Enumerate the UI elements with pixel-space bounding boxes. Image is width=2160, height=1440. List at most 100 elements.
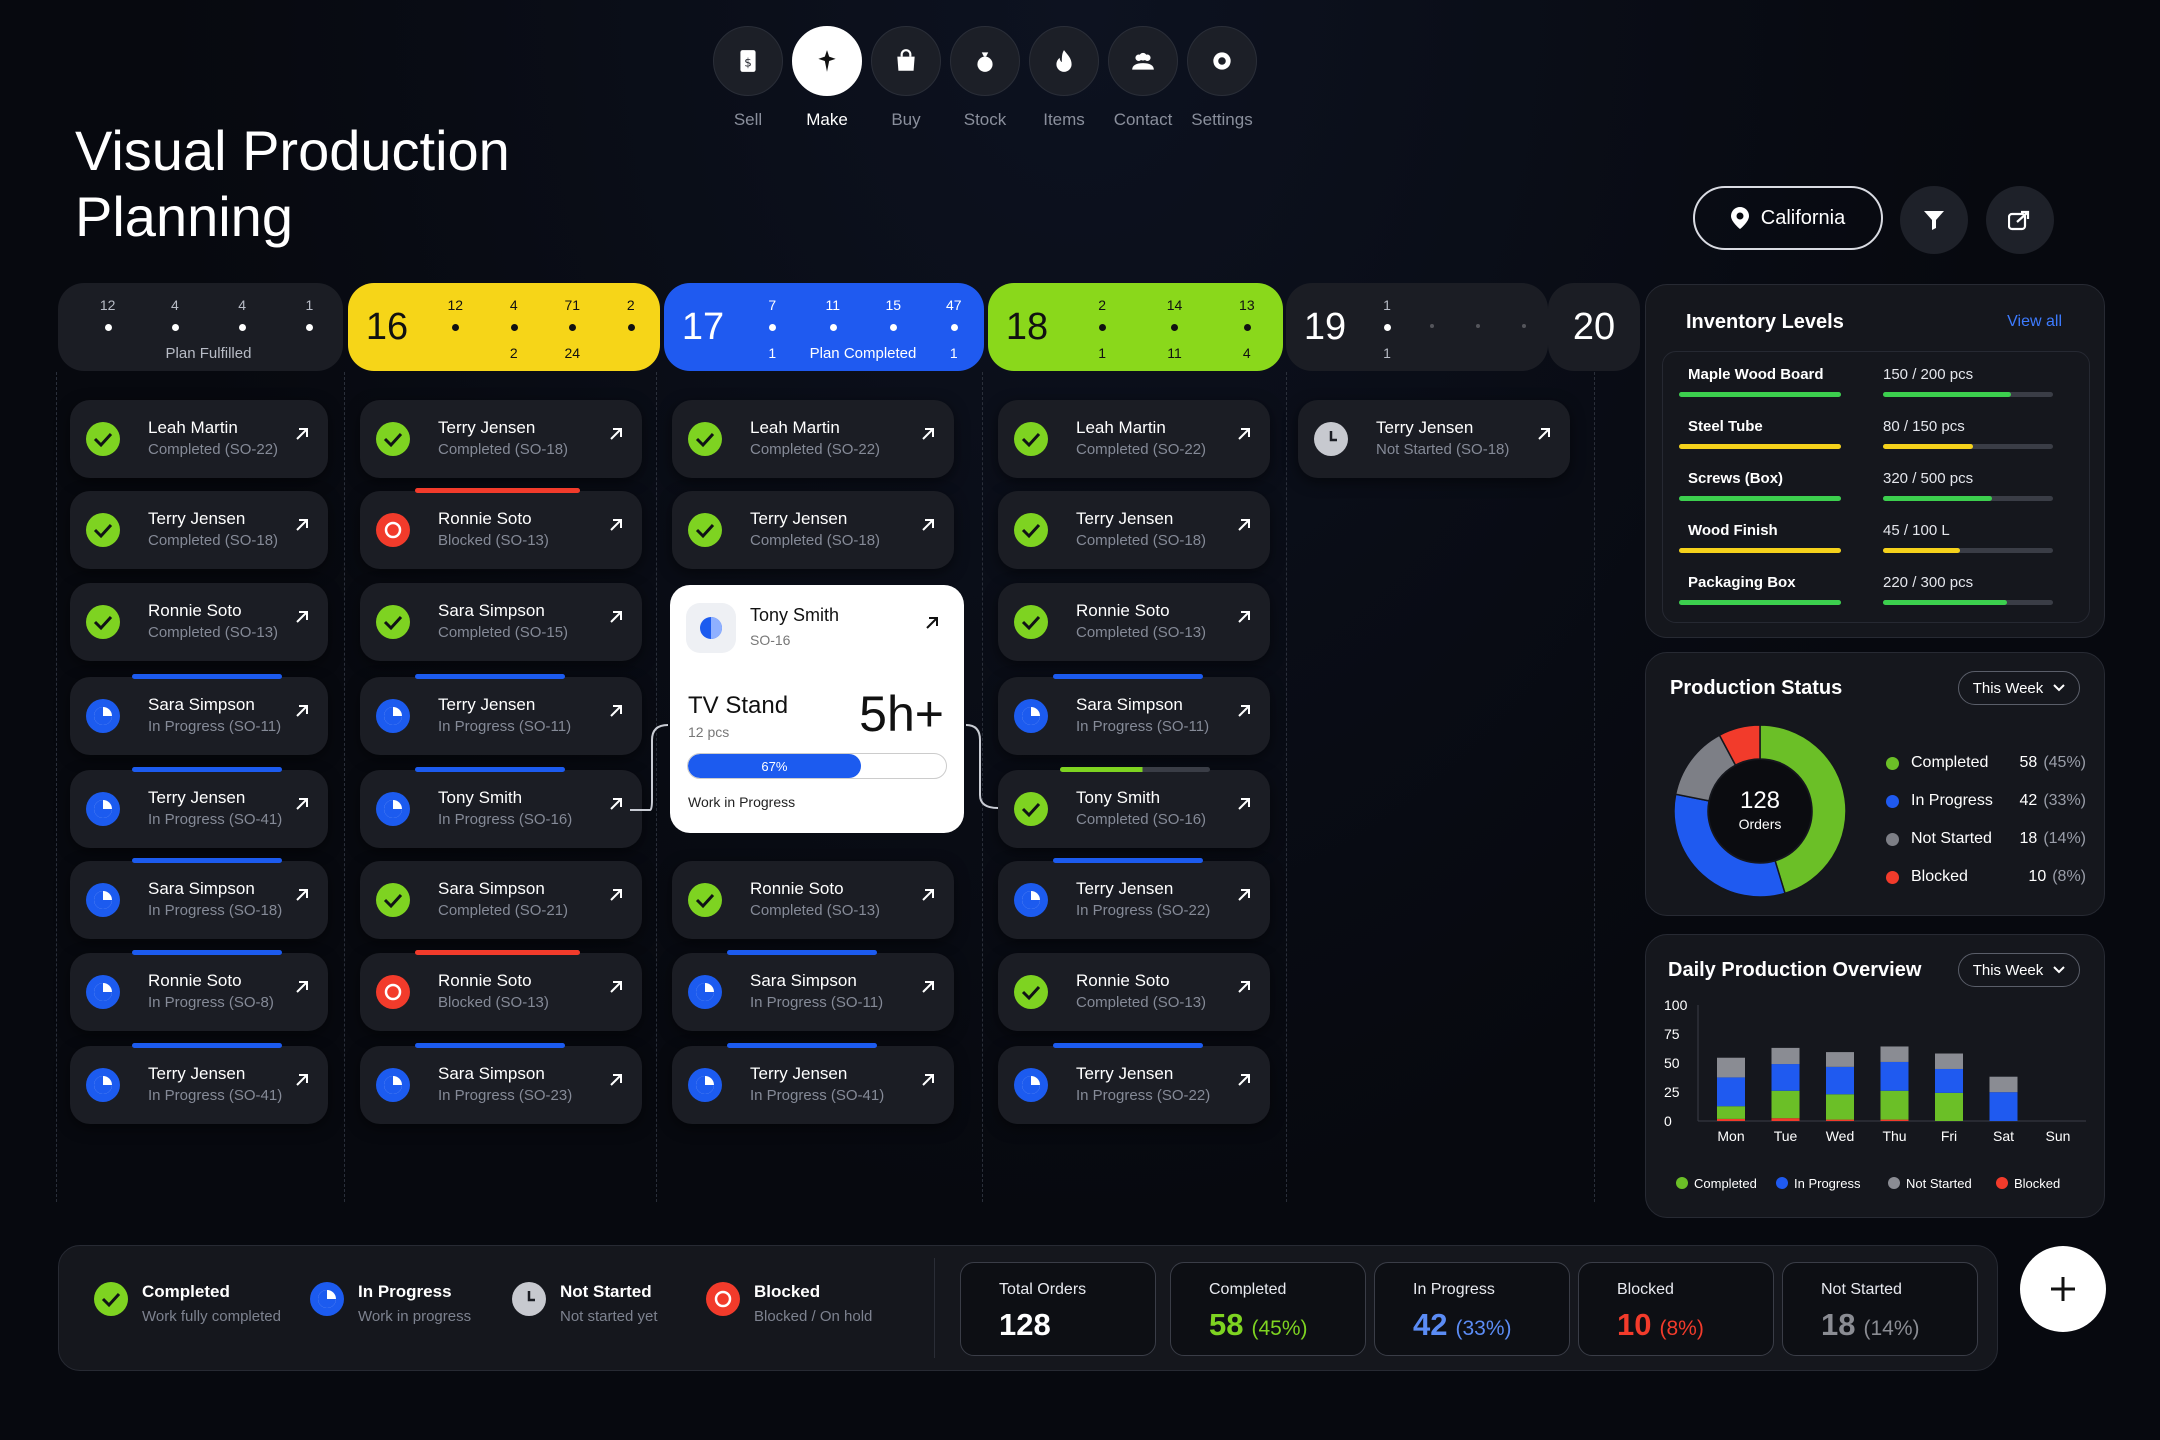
stat-card[interactable]: Total Orders 128	[960, 1262, 1156, 1356]
open-arrow[interactable]	[1536, 426, 1552, 447]
order-card[interactable]: Leah Martin Completed (SO-22)	[998, 400, 1270, 478]
open-arrow[interactable]	[1236, 609, 1252, 630]
order-card[interactable]: Tony Smith In Progress (SO-16)	[360, 767, 642, 848]
open-arrow[interactable]	[294, 796, 310, 817]
order-card[interactable]: Terry Jensen In Progress (SO-22)	[998, 858, 1270, 939]
open-arrow[interactable]	[920, 517, 936, 538]
open-arrow[interactable]	[294, 887, 310, 908]
open-arrow[interactable]	[1236, 979, 1252, 1000]
nav-settings[interactable]: Settings	[1186, 26, 1258, 130]
order-card[interactable]: Terry Jensen Completed (SO-18)	[672, 491, 954, 569]
stat-card[interactable]: Blocked 10 (8%)	[1578, 1262, 1774, 1356]
order-card[interactable]: Sara Simpson Completed (SO-15)	[360, 583, 642, 661]
open-arrow[interactable]	[1236, 1072, 1252, 1093]
order-card[interactable]: Sara Simpson In Progress (SO-11)	[70, 674, 328, 755]
share-button[interactable]	[1986, 186, 2054, 254]
order-card[interactable]: Sara Simpson In Progress (SO-18)	[70, 858, 328, 939]
nav-sell-button[interactable]: $	[713, 26, 783, 96]
open-arrow[interactable]	[920, 979, 936, 1000]
open-arrow[interactable]	[608, 609, 624, 630]
open-arrow[interactable]	[294, 517, 310, 538]
featured-order-card[interactable]: Tony Smith SO-16 TV Stand 12 pcs 5h+ 67%…	[670, 585, 964, 833]
open-arrow[interactable]	[294, 609, 310, 630]
order-card[interactable]: Terry Jensen In Progress (SO-22)	[998, 1043, 1270, 1124]
status-range-select[interactable]: This Week	[1958, 671, 2080, 705]
order-card[interactable]: Terry Jensen Completed (SO-18)	[70, 491, 328, 569]
open-arrow[interactable]	[1236, 796, 1252, 817]
order-card[interactable]: Ronnie Soto Completed (SO-13)	[70, 583, 328, 661]
nav-stock[interactable]: Stock	[949, 26, 1021, 130]
add-button[interactable]	[2020, 1246, 2106, 1332]
card-status: In Progress (SO-11)	[750, 994, 884, 1011]
nav-make-button[interactable]	[792, 26, 862, 96]
nav-items[interactable]: Items	[1028, 26, 1100, 130]
nav-items-button[interactable]	[1029, 26, 1099, 96]
order-card[interactable]: Ronnie Soto Completed (SO-13)	[998, 583, 1270, 661]
stat-card[interactable]: Completed 58 (45%)	[1170, 1262, 1366, 1356]
open-arrow[interactable]	[920, 887, 936, 908]
day-header[interactable]: 12 4 4 1 Plan Fulfilled	[58, 283, 343, 371]
open-arrow[interactable]	[608, 979, 624, 1000]
nav-make[interactable]: Make	[791, 26, 863, 130]
day-header[interactable]: 19 1 1	[1286, 283, 1548, 371]
daily-range-select[interactable]: This Week	[1958, 953, 2080, 987]
day-header[interactable]: 18 2 1 14 11 13 4	[988, 283, 1283, 371]
open-arrow[interactable]	[294, 979, 310, 1000]
order-card[interactable]: Ronnie Soto Blocked (SO-13)	[360, 950, 642, 1031]
bar-not-started-fri	[1935, 1053, 1963, 1069]
order-card[interactable]: Terry Jensen Not Started (SO-18)	[1298, 400, 1570, 478]
open-arrow[interactable]	[294, 1072, 310, 1093]
open-arrow[interactable]	[1236, 517, 1252, 538]
open-arrow[interactable]	[1236, 426, 1252, 447]
nav-buy-button[interactable]	[871, 26, 941, 96]
location-selector[interactable]: California	[1693, 186, 1883, 250]
order-card[interactable]: Ronnie Soto Completed (SO-13)	[672, 861, 954, 939]
order-card[interactable]: Leah Martin Completed (SO-22)	[672, 400, 954, 478]
order-card[interactable]: Terry Jensen In Progress (SO-11)	[360, 674, 642, 755]
open-arrow[interactable]	[608, 796, 624, 817]
open-arrow[interactable]	[1236, 887, 1252, 908]
open-arrow-icon	[610, 981, 622, 993]
open-arrow[interactable]	[294, 426, 310, 447]
filter-button[interactable]	[1900, 186, 1968, 254]
open-arrow[interactable]	[920, 426, 936, 447]
order-card[interactable]: Tony Smith Completed (SO-16)	[998, 767, 1270, 848]
view-all-link[interactable]: View all	[2007, 313, 2062, 331]
order-card[interactable]: Leah Martin Completed (SO-22)	[70, 400, 328, 478]
order-card[interactable]: Ronnie Soto Blocked (SO-13)	[360, 488, 642, 569]
open-arrow-icon[interactable]	[924, 615, 940, 631]
order-card[interactable]: Terry Jensen In Progress (SO-41)	[672, 1043, 954, 1124]
day-header[interactable]: 16 12 4 2 71 24 2	[348, 283, 660, 371]
nav-settings-button[interactable]	[1187, 26, 1257, 96]
open-arrow[interactable]	[920, 1072, 936, 1093]
order-card[interactable]: Sara Simpson Completed (SO-21)	[360, 861, 642, 939]
order-card[interactable]: Ronnie Soto In Progress (SO-8)	[70, 950, 328, 1031]
order-card[interactable]: Terry Jensen Completed (SO-18)	[360, 400, 642, 478]
open-arrow[interactable]	[608, 517, 624, 538]
open-arrow[interactable]	[608, 887, 624, 908]
metric-dot	[171, 324, 179, 331]
open-arrow[interactable]	[1236, 703, 1252, 724]
order-card[interactable]: Terry Jensen In Progress (SO-41)	[70, 767, 328, 848]
day-header[interactable]: 17 7 1 11 15 47 1 Plan Completed	[664, 283, 984, 371]
open-arrow[interactable]	[294, 703, 310, 724]
nav-contact-button[interactable]	[1108, 26, 1178, 96]
dollar-doc-icon: $	[740, 50, 756, 72]
stat-card[interactable]: In Progress 42 (33%)	[1374, 1262, 1570, 1356]
nav-sell[interactable]: $ Sell	[712, 26, 784, 130]
stat-card[interactable]: Not Started 18 (14%)	[1782, 1262, 1978, 1356]
day-header[interactable]: 20	[1548, 283, 1640, 371]
order-card[interactable]: Ronnie Soto Completed (SO-13)	[998, 953, 1270, 1031]
inventory-track	[1679, 548, 1841, 553]
nav-contact[interactable]: Contact	[1107, 26, 1179, 130]
nav-stock-button[interactable]	[950, 26, 1020, 96]
order-card[interactable]: Terry Jensen Completed (SO-18)	[998, 491, 1270, 569]
order-card[interactable]: Sara Simpson In Progress (SO-11)	[998, 674, 1270, 755]
order-card[interactable]: Sara Simpson In Progress (SO-11)	[672, 950, 954, 1031]
open-arrow[interactable]	[608, 426, 624, 447]
nav-buy[interactable]: Buy	[870, 26, 942, 130]
order-card[interactable]: Terry Jensen In Progress (SO-41)	[70, 1043, 328, 1124]
open-arrow[interactable]	[608, 703, 624, 724]
open-arrow[interactable]	[608, 1072, 624, 1093]
order-card[interactable]: Sara Simpson In Progress (SO-23)	[360, 1043, 642, 1124]
